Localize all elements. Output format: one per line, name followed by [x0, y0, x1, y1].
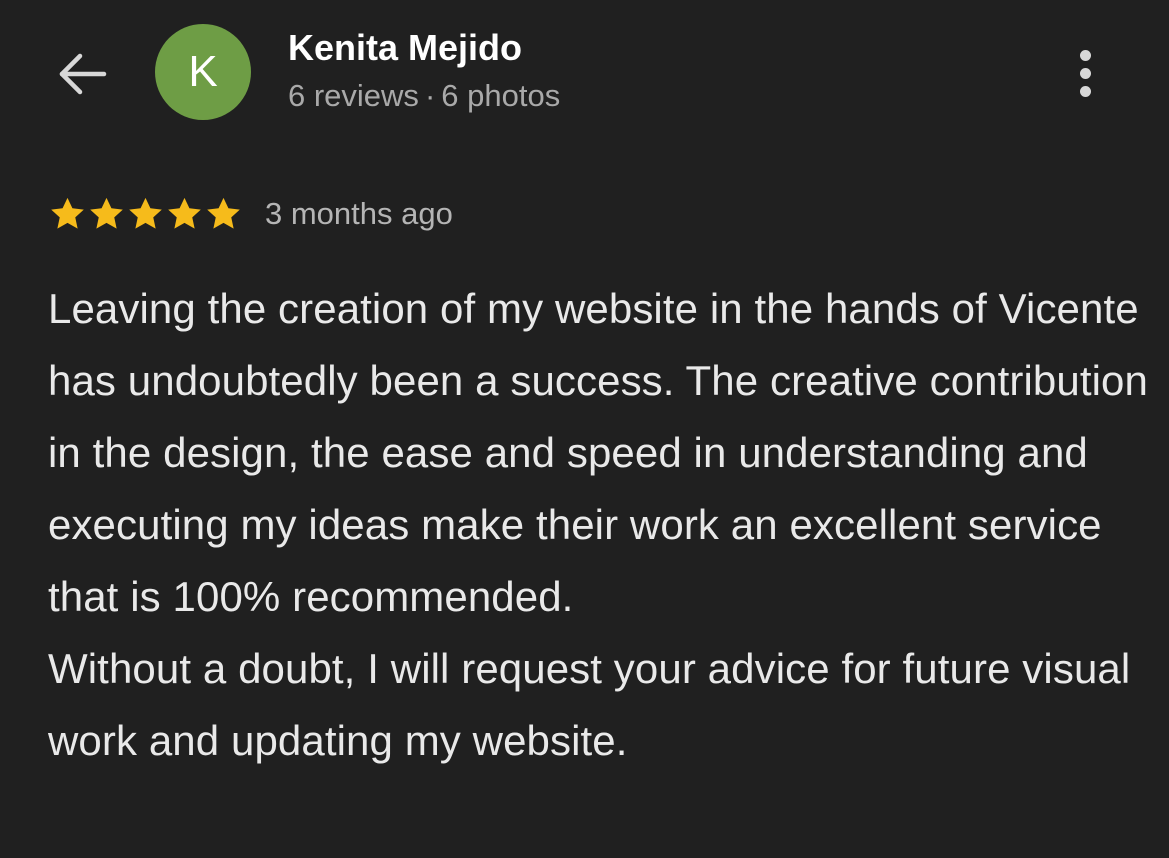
- photos-count: 6 photos: [441, 78, 561, 113]
- star-icon: [87, 195, 126, 233]
- avatar-letter: K: [188, 47, 218, 96]
- review-paragraph: Without a doubt, I will request your adv…: [48, 645, 1131, 764]
- star-icon: [126, 195, 165, 233]
- more-vertical-icon: [1079, 49, 1091, 97]
- star-icon: [48, 195, 87, 233]
- star-rating: [48, 195, 243, 233]
- more-options-button[interactable]: [1060, 42, 1110, 104]
- author-meta: 6 reviews · 6 photos: [288, 78, 560, 114]
- arrow-left-icon: [56, 52, 108, 101]
- meta-separator: ·: [424, 78, 436, 113]
- star-icon: [165, 195, 204, 233]
- star-icon: [204, 195, 243, 233]
- back-button[interactable]: [52, 46, 112, 106]
- avatar[interactable]: K: [155, 24, 251, 120]
- review-timestamp: 3 months ago: [265, 196, 453, 231]
- author-name[interactable]: Kenita Mejido: [288, 27, 522, 69]
- review-paragraph: Leaving the creation of my website in th…: [48, 285, 1148, 620]
- reviews-count: 6 reviews: [288, 78, 419, 113]
- review-body: Leaving the creation of my website in th…: [48, 273, 1148, 777]
- rating-row: 3 months ago: [48, 192, 453, 236]
